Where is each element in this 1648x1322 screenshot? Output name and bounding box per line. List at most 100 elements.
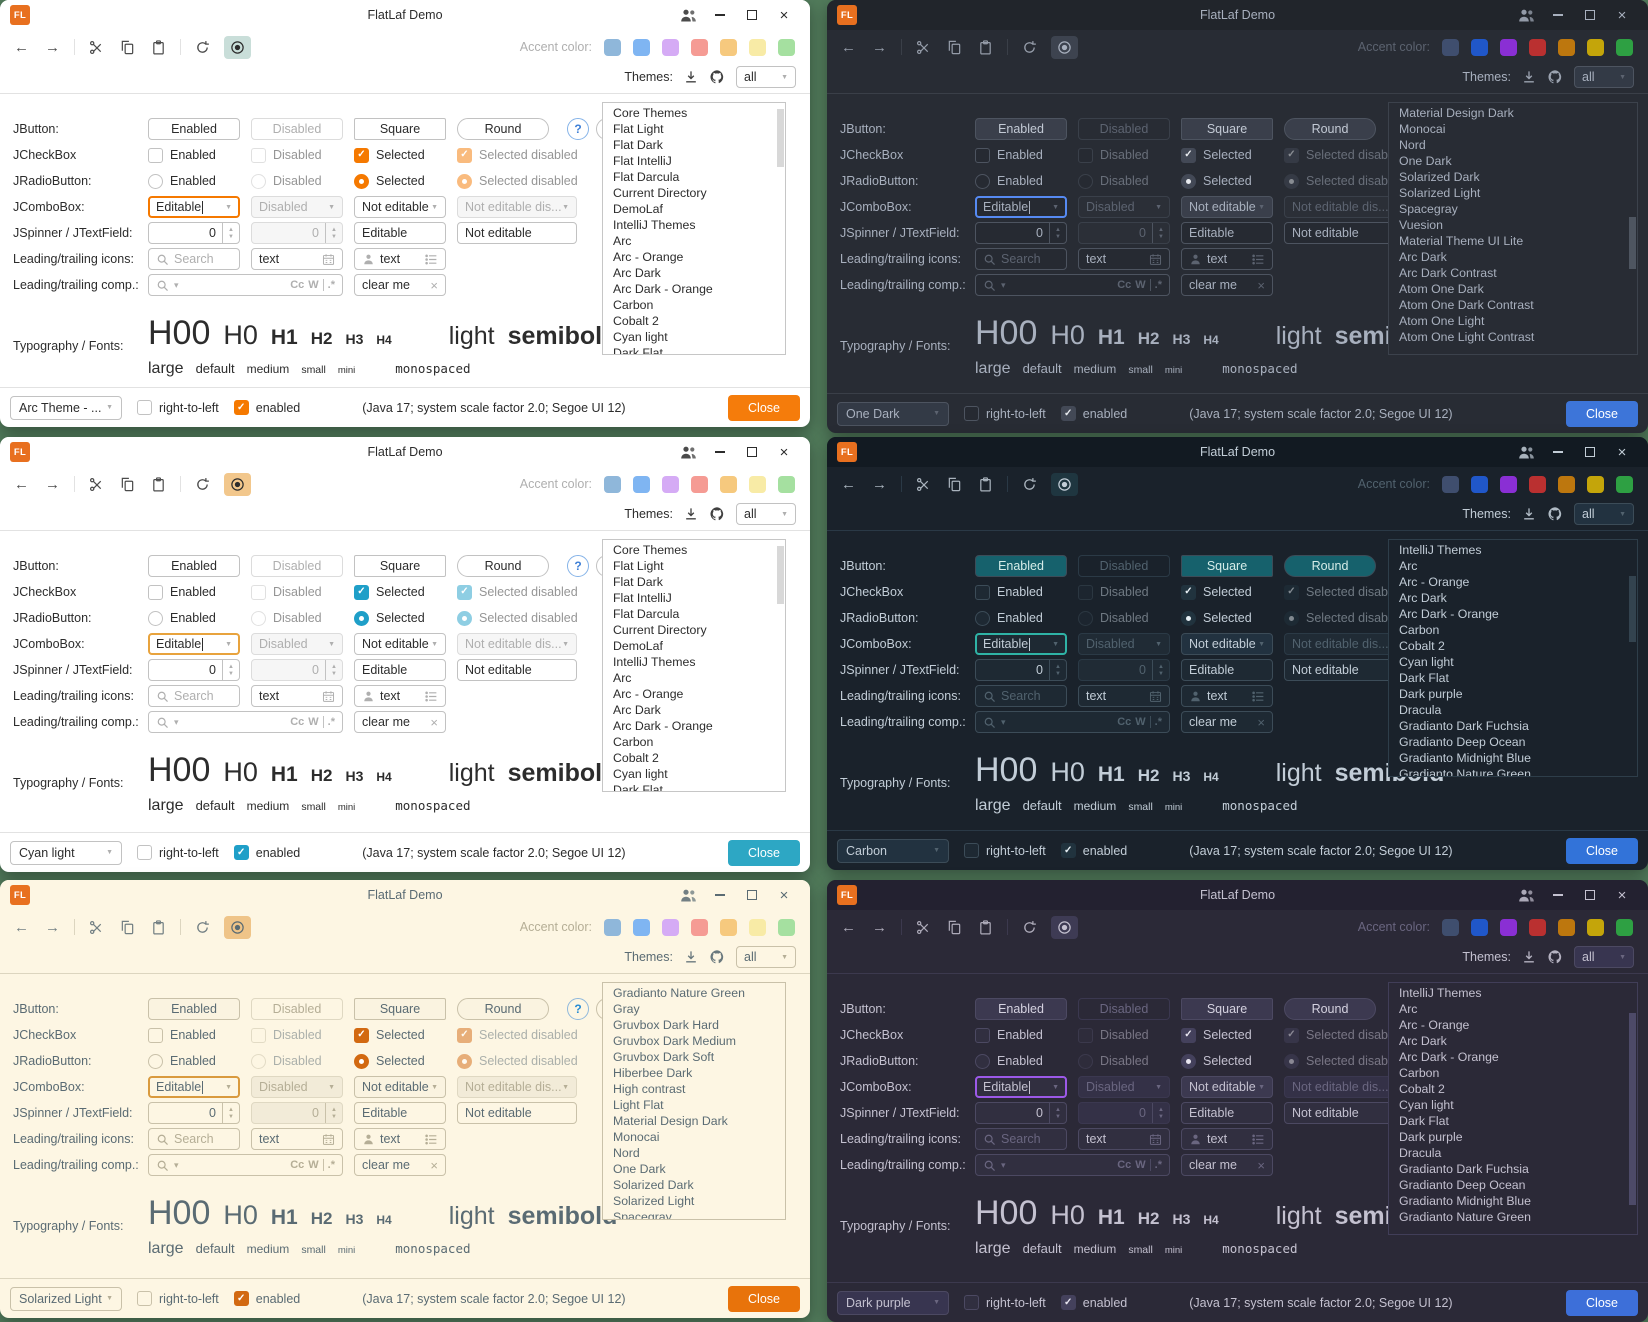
- maximize-button[interactable]: [736, 438, 768, 466]
- accent-color-swatch[interactable]: [1613, 473, 1636, 496]
- cut-icon[interactable]: [87, 38, 106, 57]
- menu-item[interactable]: [60, 448, 80, 456]
- enabled-checkbox[interactable]: ✓ enabled: [1061, 843, 1128, 858]
- menu-item[interactable]: [120, 448, 140, 456]
- menu-item[interactable]: [140, 891, 160, 899]
- theme-list-item[interactable]: DemoLaf: [603, 201, 785, 217]
- menu-item[interactable]: [80, 891, 100, 899]
- search-with-options-input[interactable]: ▾ Cc W .*: [148, 1154, 343, 1176]
- spinner-arrows[interactable]: ▲▼: [1049, 660, 1066, 680]
- theme-list-item[interactable]: Gruvbox Dark Medium: [603, 1033, 785, 1049]
- spinner-arrows[interactable]: ▲▼: [222, 660, 239, 680]
- accent-color-swatch[interactable]: [775, 916, 798, 939]
- menu-item[interactable]: [80, 448, 100, 456]
- text-input-user-menu[interactable]: text: [1181, 248, 1273, 270]
- forward-button[interactable]: →: [43, 38, 62, 57]
- right-to-left-checkbox[interactable]: right-to-left: [137, 1291, 219, 1306]
- theme-list-item[interactable]: Arc: [1389, 558, 1637, 574]
- accent-color-swatch[interactable]: [1497, 473, 1520, 496]
- theme-list-item[interactable]: Core Themes: [603, 105, 785, 121]
- square-button[interactable]: Square: [354, 555, 446, 577]
- not-editable-combobox[interactable]: Not editable ▼: [354, 1076, 446, 1098]
- theme-list-item[interactable]: Gradianto Midnight Blue: [1389, 750, 1637, 766]
- tab[interactable]: [122, 515, 144, 530]
- spinner[interactable]: 0 ▲▼: [975, 1102, 1067, 1124]
- tab[interactable]: [883, 958, 905, 973]
- accent-color-swatch[interactable]: [1439, 473, 1462, 496]
- menu-item[interactable]: [140, 11, 160, 19]
- github-icon[interactable]: [709, 506, 725, 522]
- match-case-button[interactable]: Cc: [1117, 279, 1131, 291]
- search-input[interactable]: Search: [148, 248, 240, 270]
- text-input-calendar[interactable]: text: [1078, 685, 1170, 707]
- maximize-button[interactable]: [1574, 1, 1606, 29]
- accent-color-swatch[interactable]: [630, 916, 653, 939]
- theme-list-item[interactable]: Arc Dark: [1389, 590, 1637, 606]
- not-editable-combobox[interactable]: Not editable ▼: [354, 633, 446, 655]
- tab[interactable]: [100, 78, 122, 93]
- radio-enabled[interactable]: Enabled: [148, 174, 240, 189]
- theme-list-item[interactable]: Carbon: [603, 297, 785, 313]
- theme-list-item[interactable]: Spacegray: [1389, 201, 1637, 217]
- clear-me-input[interactable]: clear me ×: [354, 274, 446, 296]
- tab[interactable]: [839, 78, 861, 93]
- github-icon[interactable]: [709, 69, 725, 85]
- text-input-calendar[interactable]: text: [251, 685, 343, 707]
- checkbox-enabled[interactable]: Enabled: [975, 585, 1067, 600]
- clear-me-input[interactable]: clear me ×: [1181, 1154, 1273, 1176]
- close-window-button[interactable]: ×: [1606, 881, 1638, 909]
- inspect-toggle-button[interactable]: [224, 36, 251, 59]
- editable-textfield[interactable]: Editable: [354, 659, 446, 681]
- theme-list-item[interactable]: Dark Flat: [603, 345, 785, 355]
- minimize-button[interactable]: [1542, 881, 1574, 909]
- cut-icon[interactable]: [914, 475, 933, 494]
- calendar-icon[interactable]: [322, 253, 335, 266]
- checkbox-enabled[interactable]: Enabled: [148, 148, 240, 163]
- menu-item[interactable]: [947, 891, 967, 899]
- forward-button[interactable]: →: [43, 918, 62, 937]
- menu-item[interactable]: [60, 11, 80, 19]
- search-input[interactable]: Search: [975, 248, 1067, 270]
- editable-textfield[interactable]: Editable: [1181, 1102, 1273, 1124]
- theme-list-item[interactable]: IntelliJ Themes: [603, 654, 785, 670]
- clear-icon[interactable]: ×: [430, 278, 438, 293]
- minimize-button[interactable]: [704, 438, 736, 466]
- users-icon[interactable]: [672, 1, 704, 29]
- search-with-options-input[interactable]: ▾ Cc W .*: [975, 711, 1170, 733]
- theme-list-item[interactable]: Arc - Orange: [603, 686, 785, 702]
- theme-list-item[interactable]: Arc Dark - Orange: [1389, 1049, 1637, 1065]
- accent-color-swatch[interactable]: [688, 916, 711, 939]
- paste-icon[interactable]: [149, 38, 168, 57]
- refresh-icon[interactable]: [1020, 38, 1039, 57]
- tab[interactable]: [12, 958, 34, 973]
- theme-list-item[interactable]: Cyan light: [603, 766, 785, 782]
- theme-list-item[interactable]: One Dark: [603, 1161, 785, 1177]
- search-input[interactable]: Search: [975, 685, 1067, 707]
- whole-word-button[interactable]: W: [308, 1159, 318, 1171]
- themes-filter-combobox[interactable]: all ▼: [1574, 946, 1634, 968]
- download-theme-icon[interactable]: [1522, 507, 1536, 521]
- inspect-toggle-button[interactable]: [1051, 36, 1078, 59]
- forward-button[interactable]: →: [43, 475, 62, 494]
- close-window-button[interactable]: ×: [768, 438, 800, 466]
- square-button[interactable]: Square: [1181, 118, 1273, 140]
- menu-item[interactable]: [907, 891, 927, 899]
- chevron-down-icon[interactable]: ▾: [174, 717, 179, 728]
- theme-list-item[interactable]: Spacegray: [603, 1209, 785, 1220]
- theme-list-item[interactable]: Arc Dark - Orange: [603, 281, 785, 297]
- accent-color-swatch[interactable]: [1439, 916, 1462, 939]
- tab[interactable]: [949, 515, 971, 530]
- regex-button[interactable]: .*: [328, 716, 335, 728]
- users-icon[interactable]: [1510, 1, 1542, 29]
- radio-enabled[interactable]: Enabled: [148, 1054, 240, 1069]
- cut-icon[interactable]: [87, 918, 106, 937]
- right-to-left-checkbox[interactable]: right-to-left: [137, 400, 219, 415]
- themes-filter-combobox[interactable]: all ▼: [736, 503, 796, 525]
- square-button[interactable]: Square: [1181, 998, 1273, 1020]
- calendar-icon[interactable]: [322, 1133, 335, 1146]
- chevron-down-icon[interactable]: ▾: [174, 280, 179, 291]
- enabled-checkbox[interactable]: ✓ enabled: [234, 400, 301, 415]
- menu-item[interactable]: [867, 11, 887, 19]
- whole-word-button[interactable]: W: [308, 279, 318, 291]
- paste-icon[interactable]: [976, 38, 995, 57]
